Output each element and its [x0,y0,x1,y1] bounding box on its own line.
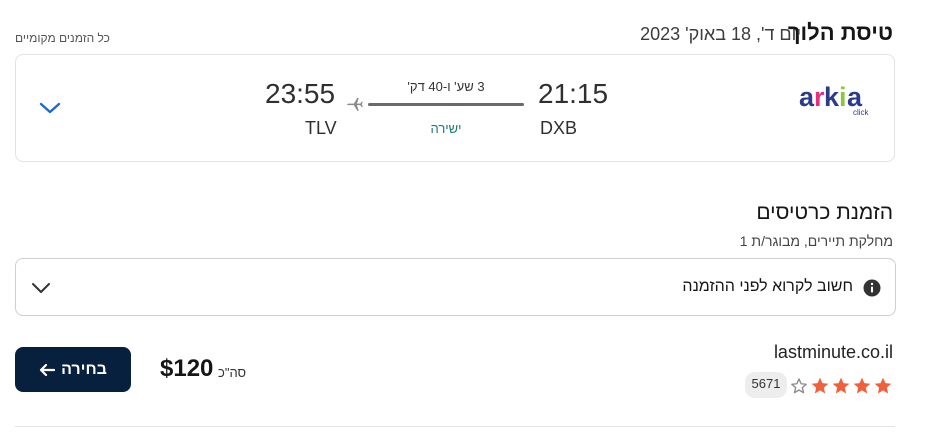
select-button[interactable]: בחירה [15,347,131,392]
flight-direction-title: טיסת הלוך [787,20,893,45]
airline-logo: a r k i a click [797,84,877,120]
booking-cabin-passengers: מחלקת תיירים, מבוגר/ת 1 [739,233,893,249]
local-times-note: כל הזמנים מקומיים [15,31,110,45]
price: $120 [160,355,214,382]
provider-rating [789,376,893,396]
divider [15,426,895,427]
departure-airport-code: DXB [540,118,578,138]
provider-name[interactable]: lastminute.co.il [774,342,893,363]
flight-duration: 3 שע' ו-40 דק' [407,79,485,94]
airline-logo-sub: click [853,108,870,117]
select-button-label: בחירה [61,360,107,378]
star-filled-icon [853,377,871,394]
airplane-icon [346,95,364,113]
info-icon [863,279,881,297]
svg-text:i: i [839,84,847,112]
flight-date: יום ד', 18 באוק' 2023 [640,24,801,44]
chevron-down-icon[interactable] [30,280,52,296]
booking-title: הזמנת כרטיסים [756,201,893,224]
flight-card[interactable] [15,54,895,162]
chevron-down-icon[interactable] [38,100,62,116]
reviews-count-badge: 5671 [745,372,787,398]
star-filled-icon [832,377,850,394]
departure-time: 21:15 [538,78,609,109]
total-label: סה"כ [218,365,247,380]
star-filled-icon [811,377,829,394]
star-empty-icon [791,378,807,394]
flight-route-line [368,103,524,106]
important-notice-label: חשוב לקרוא לפני ההזמנה [682,278,853,295]
arrow-left-icon [39,363,56,376]
stops-label: ישירה [430,121,462,136]
arrival-airport-code: TLV [305,118,337,138]
svg-text:k: k [824,84,840,112]
svg-text:a: a [799,84,815,112]
star-filled-icon [874,377,892,394]
arrival-time: 23:55 [265,78,336,109]
